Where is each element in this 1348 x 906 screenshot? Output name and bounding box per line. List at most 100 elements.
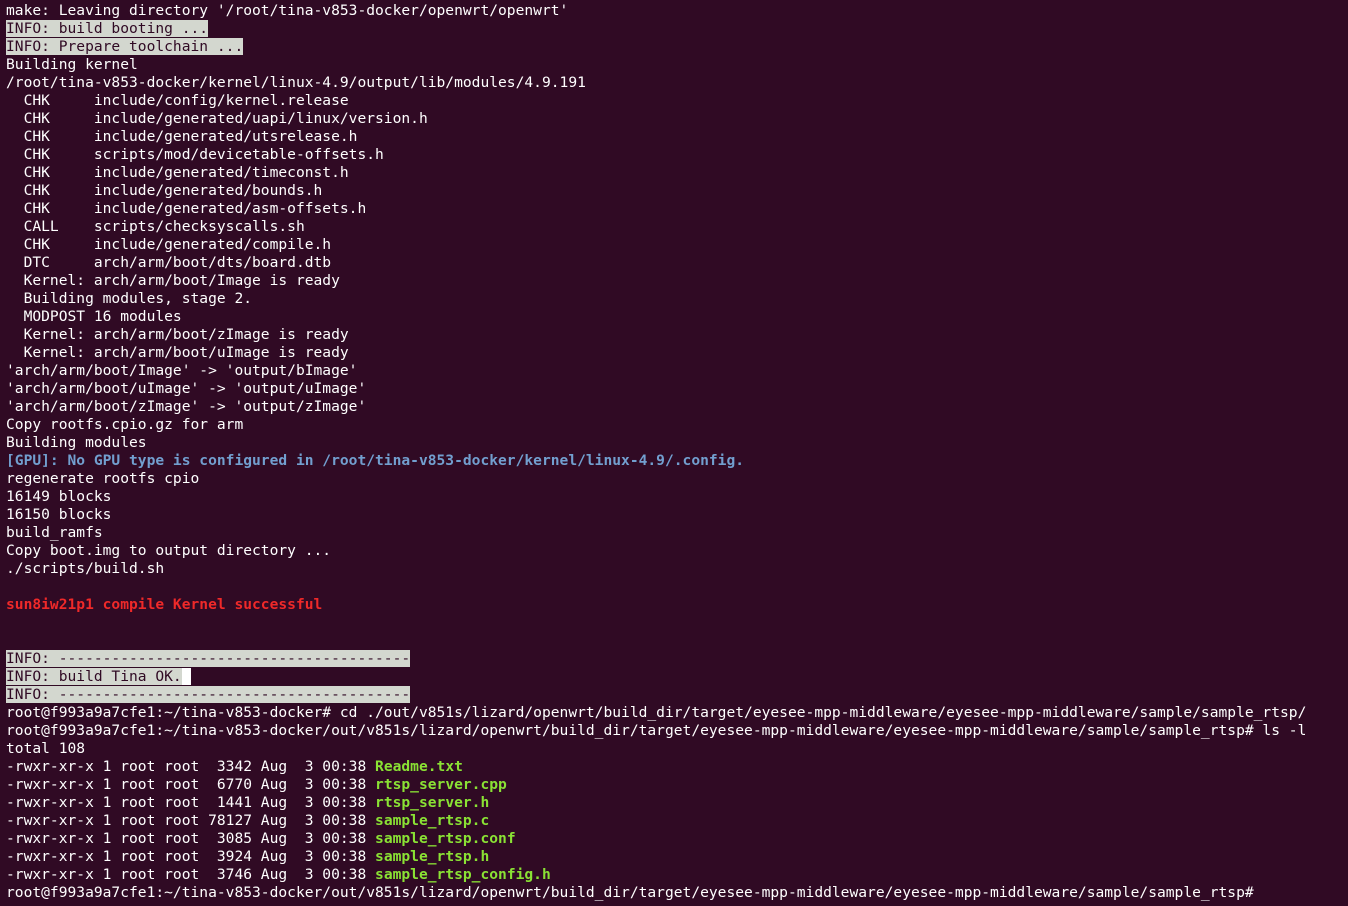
output-text: build_ramfs (6, 524, 103, 541)
output-text: total 108 (6, 740, 86, 757)
terminal-line: make: Leaving directory '/root/tina-v853… (6, 2, 1348, 20)
output-text: 'arch/arm/boot/Image' -> 'output/bImage' (6, 362, 358, 379)
terminal-line: -rwxr-xr-x 1 root root 6770 Aug 3 00:38 … (6, 776, 1348, 794)
terminal-line: 'arch/arm/boot/zImage' -> 'output/zImage… (6, 398, 1348, 416)
terminal-line: regenerate rootfs cpio (6, 470, 1348, 488)
terminal-line: INFO: Prepare toolchain ... (6, 38, 1348, 56)
file-name: sample_rtsp_config.h (375, 866, 551, 883)
output-text: CHK include/generated/utsrelease.h (6, 128, 358, 145)
output-text: -rwxr-xr-x 1 root root 6770 Aug 3 00:38 (6, 776, 376, 793)
terminal-line: Building modules, stage 2. (6, 290, 1348, 308)
output-text: Building kernel (6, 56, 138, 73)
terminal-line: DTC arch/arm/boot/dts/board.dtb (6, 254, 1348, 272)
terminal-line: build_ramfs (6, 524, 1348, 542)
success-message: sun8iw21p1 compile Kernel successful (6, 596, 323, 613)
terminal-line: Copy boot.img to output directory ... (6, 542, 1348, 560)
terminal-line: 'arch/arm/boot/uImage' -> 'output/uImage… (6, 380, 1348, 398)
file-name: rtsp_server.cpp (375, 776, 507, 793)
terminal-line: -rwxr-xr-x 1 root root 3085 Aug 3 00:38 … (6, 830, 1348, 848)
info-message: INFO: ----------------------------------… (6, 686, 411, 703)
output-text: 16149 blocks (6, 488, 112, 505)
output-text: CHK include/config/kernel.release (6, 92, 349, 109)
output-text: Kernel: arch/arm/boot/Image is ready (6, 272, 340, 289)
output-text: make: Leaving directory '/root/tina-v853… (6, 2, 569, 19)
output-text: ./scripts/build.sh (6, 560, 165, 577)
terminal-line: /root/tina-v853-docker/kernel/linux-4.9/… (6, 74, 1348, 92)
terminal-line: INFO: ----------------------------------… (6, 650, 1348, 668)
terminal-line: [GPU]: No GPU type is configured in /roo… (6, 452, 1348, 470)
terminal-line: -rwxr-xr-x 1 root root 78127 Aug 3 00:38… (6, 812, 1348, 830)
terminal-output: make: Leaving directory '/root/tina-v853… (6, 2, 1348, 902)
terminal-line: INFO: build booting ... (6, 20, 1348, 38)
terminal-line: CHK include/config/kernel.release (6, 92, 1348, 110)
output-text: Kernel: arch/arm/boot/zImage is ready (6, 326, 349, 343)
output-text: CHK scripts/mod/devicetable-offsets.h (6, 146, 384, 163)
output-text: -rwxr-xr-x 1 root root 3746 Aug 3 00:38 (6, 866, 376, 883)
terminal-line: CHK include/generated/timeconst.h (6, 164, 1348, 182)
output-text: CHK include/generated/bounds.h (6, 182, 323, 199)
terminal-line: CHK include/generated/utsrelease.h (6, 128, 1348, 146)
terminal-line: CHK include/generated/compile.h (6, 236, 1348, 254)
output-text: regenerate rootfs cpio (6, 470, 200, 487)
terminal-line: CHK include/generated/uapi/linux/version… (6, 110, 1348, 128)
output-text: Copy rootfs.cpio.gz for arm (6, 416, 244, 433)
terminal-line: root@f993a9a7cfe1:~/tina-v853-docker/out… (6, 722, 1348, 740)
terminal-line: Building modules (6, 434, 1348, 452)
terminal-line: -rwxr-xr-x 1 root root 3342 Aug 3 00:38 … (6, 758, 1348, 776)
terminal-line: CHK include/generated/asm-offsets.h (6, 200, 1348, 218)
terminal-line: Kernel: arch/arm/boot/Image is ready (6, 272, 1348, 290)
terminal-line: CHK scripts/mod/devicetable-offsets.h (6, 146, 1348, 164)
terminal-line: Copy rootfs.cpio.gz for arm (6, 416, 1348, 434)
terminal-line: root@f993a9a7cfe1:~/tina-v853-docker# cd… (6, 704, 1348, 722)
info-message: INFO: build booting ... (6, 20, 209, 37)
output-text: Building modules, stage 2. (6, 290, 253, 307)
output-text: CALL scripts/checksyscalls.sh (6, 218, 305, 235)
text-cursor (1262, 884, 1271, 900)
output-text: -rwxr-xr-x 1 root root 3342 Aug 3 00:38 (6, 758, 376, 775)
output-text: CHK include/generated/compile.h (6, 236, 332, 253)
output-text: CHK include/generated/uapi/linux/version… (6, 110, 428, 127)
output-text: -rwxr-xr-x 1 root root 78127 Aug 3 00:38 (6, 812, 376, 829)
output-text: Copy boot.img to output directory ... (6, 542, 332, 559)
output-text: DTC arch/arm/boot/dts/board.dtb (6, 254, 332, 271)
terminal-line: sun8iw21p1 compile Kernel successful (6, 596, 1348, 614)
file-name: rtsp_server.h (375, 794, 490, 811)
output-text: CHK include/generated/asm-offsets.h (6, 200, 367, 217)
terminal-line: ./scripts/build.sh (6, 560, 1348, 578)
info-message: INFO: Prepare toolchain ... (6, 38, 244, 55)
terminal-line: MODPOST 16 modules (6, 308, 1348, 326)
output-text: 16150 blocks (6, 506, 112, 523)
terminal-line: 16150 blocks (6, 506, 1348, 524)
output-text: 'arch/arm/boot/zImage' -> 'output/zImage… (6, 398, 367, 415)
terminal-line: -rwxr-xr-x 1 root root 3924 Aug 3 00:38 … (6, 848, 1348, 866)
terminal-line: Kernel: arch/arm/boot/zImage is ready (6, 326, 1348, 344)
terminal-line: INFO: ----------------------------------… (6, 686, 1348, 704)
terminal-line: 16149 blocks (6, 488, 1348, 506)
gpu-message: [GPU]: No GPU type is configured in /roo… (6, 452, 745, 469)
output-text: MODPOST 16 modules (6, 308, 182, 325)
terminal-window[interactable]: make: Leaving directory '/root/tina-v853… (0, 0, 1348, 906)
file-name: sample_rtsp.c (375, 812, 490, 829)
output-text: /root/tina-v853-docker/kernel/linux-4.9/… (6, 74, 586, 91)
terminal-line: total 108 (6, 740, 1348, 758)
output-text: CHK include/generated/timeconst.h (6, 164, 349, 181)
shell-prompt: root@f993a9a7cfe1:~/tina-v853-docker/out… (6, 722, 1307, 739)
output-text: Building modules (6, 434, 147, 451)
file-name: sample_rtsp.conf (375, 830, 516, 847)
shell-prompt: root@f993a9a7cfe1:~/tina-v853-docker/out… (6, 884, 1263, 901)
terminal-line: root@f993a9a7cfe1:~/tina-v853-docker/out… (6, 884, 1348, 902)
info-message: INFO: build Tina OK. (6, 668, 182, 685)
terminal-line: 'arch/arm/boot/Image' -> 'output/bImage' (6, 362, 1348, 380)
output-text: 'arch/arm/boot/uImage' -> 'output/uImage… (6, 380, 367, 397)
file-name: Readme.txt (375, 758, 463, 775)
terminal-line: Building kernel (6, 56, 1348, 74)
output-text: -rwxr-xr-x 1 root root 3924 Aug 3 00:38 (6, 848, 376, 865)
output-text: -rwxr-xr-x 1 root root 1441 Aug 3 00:38 (6, 794, 376, 811)
terminal-line: CHK include/generated/bounds.h (6, 182, 1348, 200)
output-text: Kernel: arch/arm/boot/uImage is ready (6, 344, 349, 361)
terminal-line: -rwxr-xr-x 1 root root 1441 Aug 3 00:38 … (6, 794, 1348, 812)
file-name: sample_rtsp.h (375, 848, 490, 865)
output-text: -rwxr-xr-x 1 root root 3085 Aug 3 00:38 (6, 830, 376, 847)
